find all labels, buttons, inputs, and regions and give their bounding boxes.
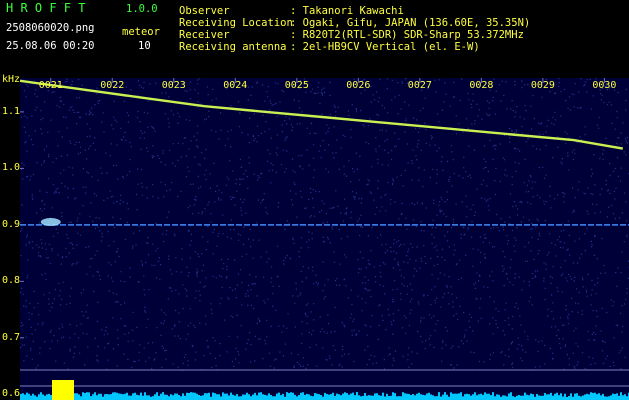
receiver-value: : R820T2(RTL-SDR) SDR-Sharp 53.372MHz [290, 29, 524, 41]
x-tick-label: 0030 [592, 80, 617, 91]
x-tick-label: 0024 [223, 80, 248, 91]
histogram-bars [20, 392, 629, 400]
y-tick-label: 0.9 [2, 218, 21, 230]
location-label: Receiving Location [179, 17, 293, 29]
meteor-detection-bar [52, 380, 74, 400]
y-tick-label: 0.8 [2, 275, 21, 287]
y-tick-label: 0.7 [2, 331, 21, 343]
y-axis-label: kHz [2, 74, 21, 85]
file-name: 2508060020.png [6, 22, 95, 34]
observer-value: : Takanori Kawachi [290, 5, 404, 17]
x-tick-label: 0028 [469, 80, 494, 91]
x-tick-label: 0023 [161, 80, 186, 91]
observer-label: Observer [179, 5, 230, 17]
x-tick-label: 0022 [100, 80, 125, 91]
y-tick-label: 1.1 [2, 105, 21, 117]
x-tick-label: 0027 [407, 80, 432, 91]
y-tick-label: 0.6 [2, 388, 21, 400]
receiver-label: Receiver [179, 29, 230, 41]
location-value: : Ogaki, Gifu, JAPAN (136.60E, 35.35N) [290, 17, 531, 29]
spectrogram-plot [20, 78, 629, 400]
app-name: H R O F F T [6, 1, 86, 15]
meteor-echo [40, 218, 61, 227]
meteor-label: meteor [122, 26, 160, 38]
y-tick-label: 1.0 [2, 162, 21, 174]
antenna-label: Receiving antenna [179, 41, 287, 53]
antenna-value: : 2el-HB9CV Vertical (el. E-W) [290, 41, 480, 53]
app-version: 1.0.0 [126, 3, 158, 15]
x-tick-label: 0025 [284, 80, 309, 91]
meteor-count: 10 [138, 40, 151, 52]
x-tick-label: 0026 [346, 80, 371, 91]
x-tick-label: 0021 [38, 80, 63, 91]
x-tick-label: 0029 [530, 80, 555, 91]
date-time: 25.08.06 00:20 [6, 40, 95, 52]
spectrogram-svg [20, 78, 629, 400]
